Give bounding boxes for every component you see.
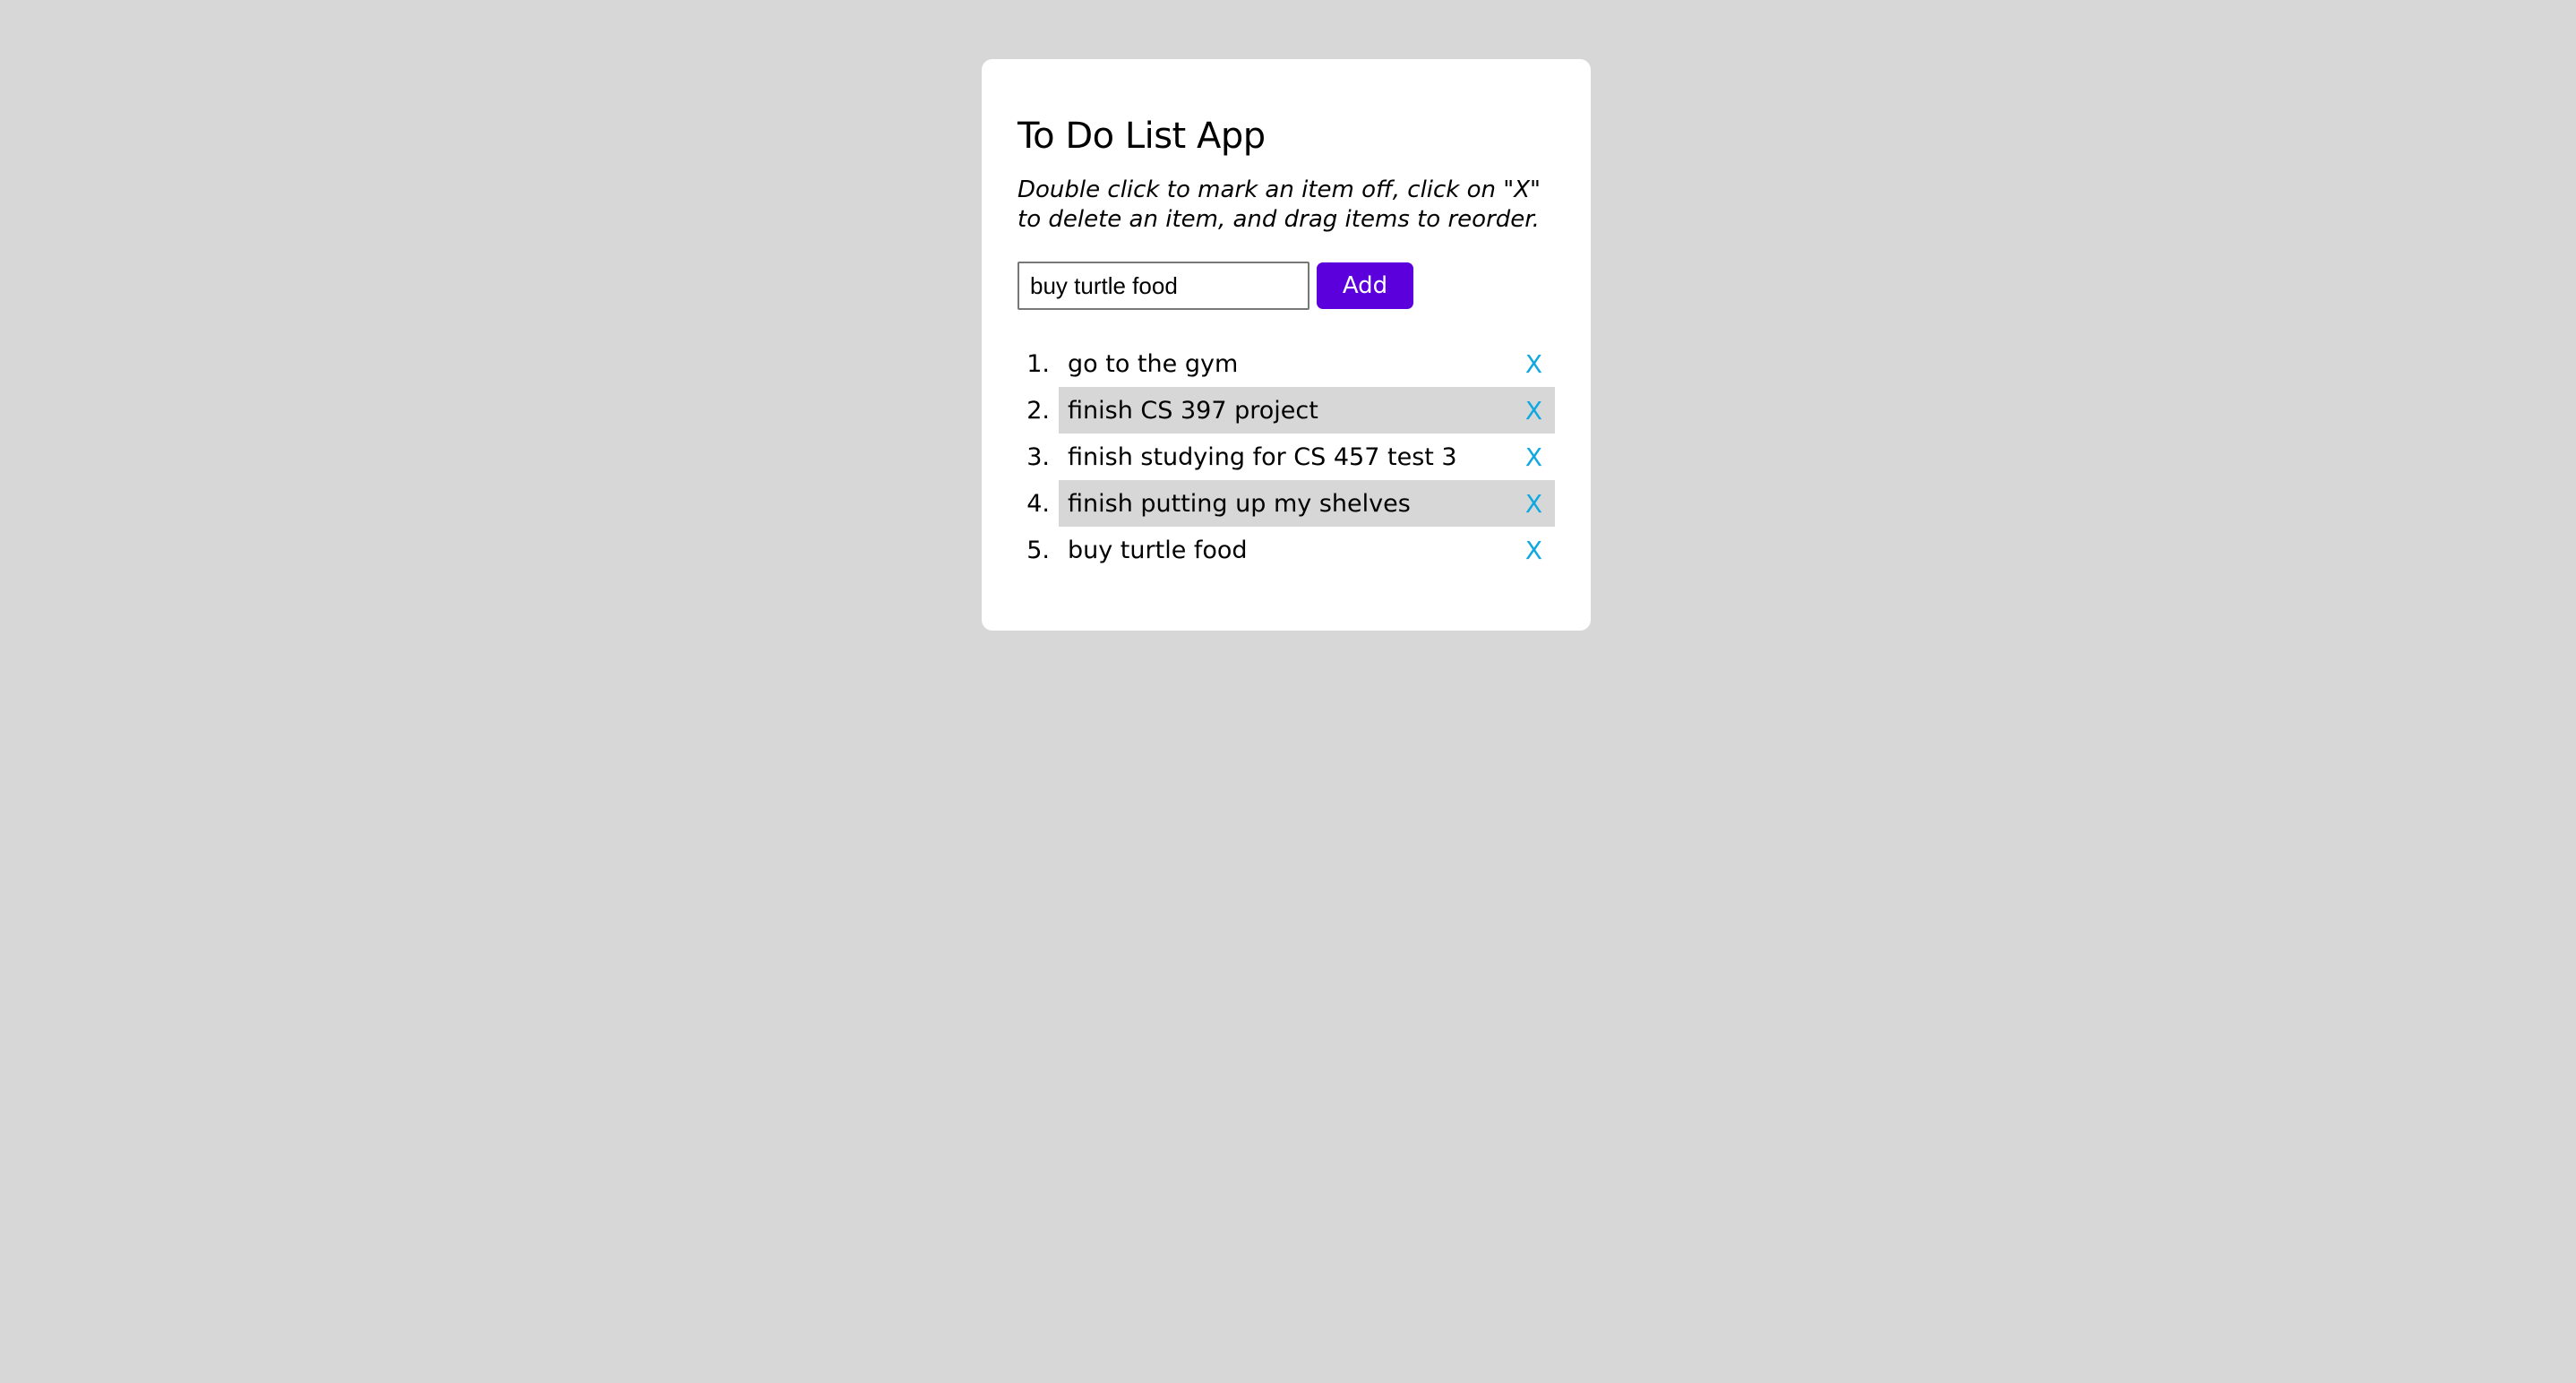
todo-item-text[interactable]: buy turtle food	[1068, 537, 1248, 564]
instructions-text: Double click to mark an item off, click …	[1018, 176, 1541, 233]
todo-card: To Do List App Double click to mark an i…	[982, 59, 1591, 631]
todo-item-text[interactable]: go to the gym	[1068, 350, 1238, 378]
todo-item: 4. finish putting up my shelves X	[1018, 480, 1555, 527]
todo-item-row[interactable]: go to the gym X	[1059, 340, 1555, 387]
delete-item-button[interactable]: X	[1522, 396, 1546, 425]
todo-item-text[interactable]: finish CS 397 project	[1068, 397, 1318, 425]
todo-item-row[interactable]: finish CS 397 project X	[1059, 387, 1555, 434]
delete-item-button[interactable]: X	[1522, 442, 1546, 472]
delete-item-button[interactable]: X	[1522, 536, 1546, 565]
todo-item-number: 2.	[1026, 396, 1050, 425]
add-todo-form: Add	[1018, 262, 1555, 310]
todo-list: 1. go to the gym X 2. finish CS 397 proj…	[1018, 340, 1555, 573]
todo-input[interactable]	[1018, 262, 1309, 310]
todo-item-number: 5.	[1026, 536, 1050, 564]
todo-item-text[interactable]: finish studying for CS 457 test 3	[1068, 443, 1457, 471]
delete-item-button[interactable]: X	[1522, 489, 1546, 519]
todo-item: 1. go to the gym X	[1018, 340, 1555, 387]
todo-item-row[interactable]: buy turtle food X	[1059, 527, 1555, 573]
todo-item-row[interactable]: finish studying for CS 457 test 3 X	[1059, 434, 1555, 480]
delete-item-button[interactable]: X	[1522, 349, 1546, 379]
todo-item: 5. buy turtle food X	[1018, 527, 1555, 573]
add-button[interactable]: Add	[1317, 262, 1413, 309]
todo-item-number: 4.	[1026, 489, 1050, 518]
todo-item: 2. finish CS 397 project X	[1018, 387, 1555, 434]
todo-item-number: 3.	[1026, 442, 1050, 471]
todo-item-number: 1.	[1026, 349, 1050, 378]
todo-item: 3. finish studying for CS 457 test 3 X	[1018, 434, 1555, 480]
todo-item-text[interactable]: finish putting up my shelves	[1068, 490, 1411, 518]
app-title: To Do List App	[1018, 116, 1266, 157]
todo-item-row[interactable]: finish putting up my shelves X	[1059, 480, 1555, 527]
